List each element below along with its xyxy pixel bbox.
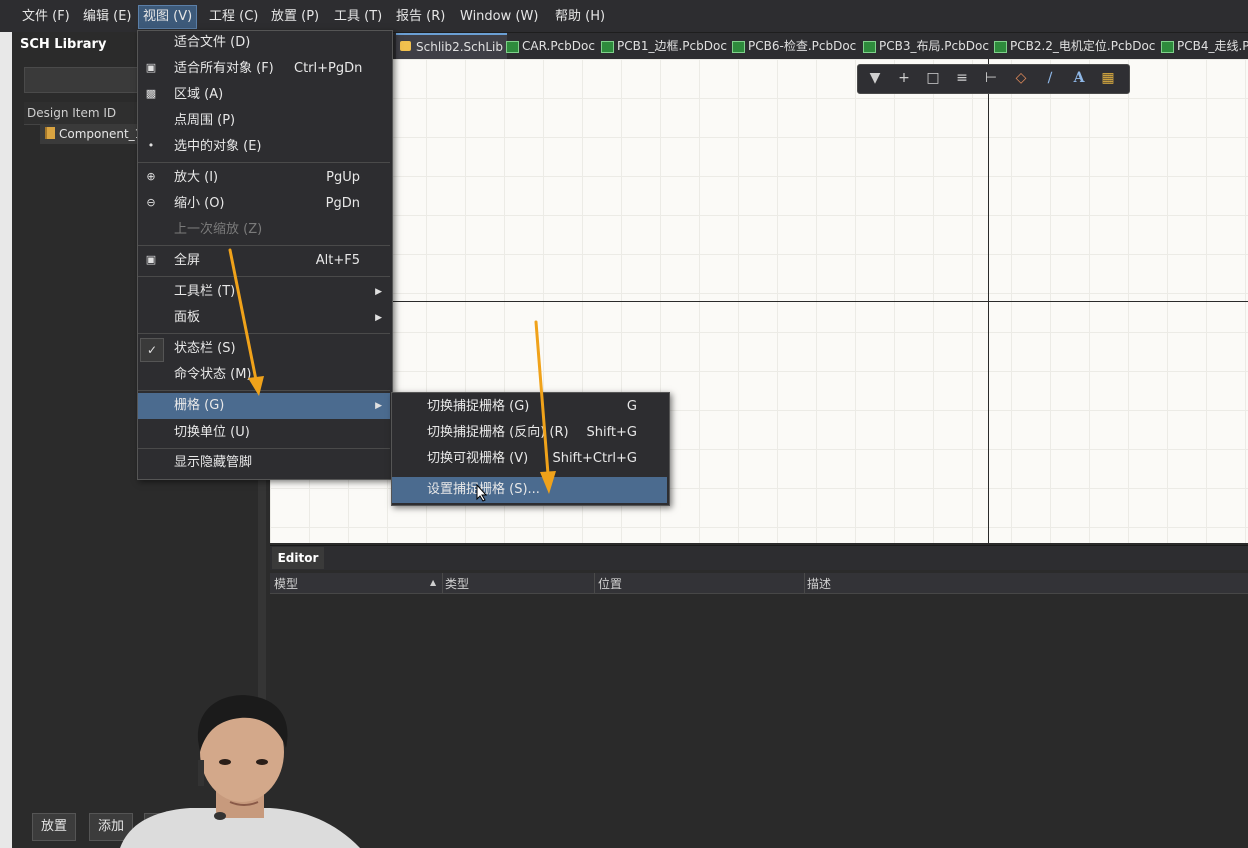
- annotation-arrow-head: [540, 471, 556, 494]
- mouse-cursor-icon: [476, 484, 488, 502]
- webcam-presenter: [120, 695, 360, 848]
- annotation-arrow-line: [228, 248, 258, 382]
- annotation-arrow-head: [248, 376, 264, 396]
- annotation-arrow-line: [534, 320, 550, 476]
